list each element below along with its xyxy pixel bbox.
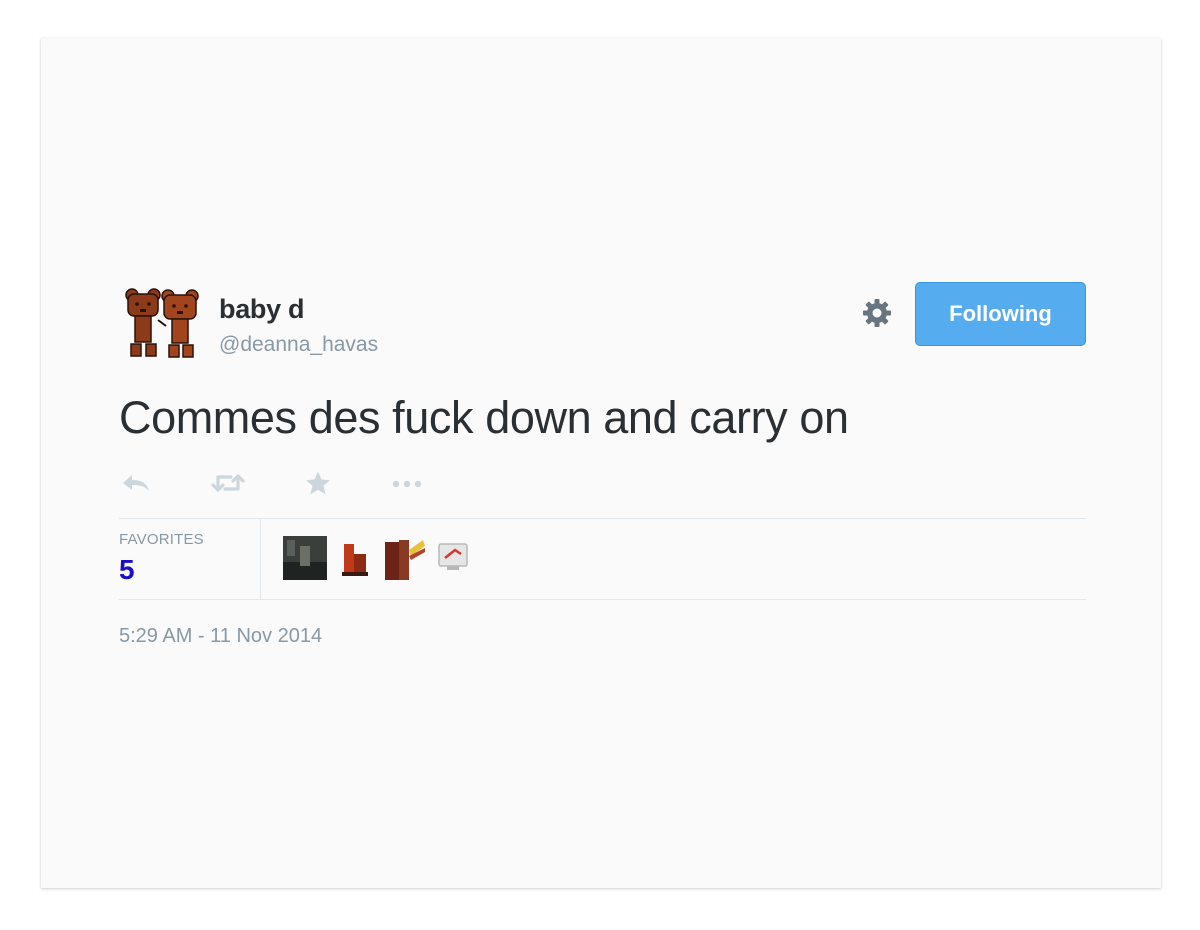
stats-top-divider <box>119 518 1086 519</box>
user-display-name[interactable]: baby d <box>219 294 305 325</box>
gear-icon[interactable] <box>860 296 894 330</box>
favoriter-avatar[interactable] <box>283 536 327 580</box>
user-avatar[interactable] <box>122 286 202 360</box>
favoriter-avatar[interactable] <box>433 536 477 580</box>
tweet-timestamp[interactable]: 5:29 AM - 11 Nov 2014 <box>119 625 322 648</box>
user-handle[interactable]: @deanna_havas <box>219 333 378 357</box>
following-button[interactable]: Following <box>915 282 1086 346</box>
tweet-text: Commes des fuck down and carry on <box>119 392 849 443</box>
more-icon[interactable] <box>389 470 425 496</box>
favorites-label: FAVORITES <box>119 531 204 548</box>
retweet-icon[interactable] <box>209 470 247 496</box>
tweet-card: baby d @deanna_havas Following Commes de… <box>41 38 1161 888</box>
stats-vertical-divider <box>260 519 261 599</box>
favoriter-avatar[interactable] <box>334 536 378 580</box>
favorites-count[interactable]: 5 <box>119 554 135 586</box>
favoriter-avatar[interactable] <box>383 536 427 580</box>
reply-icon[interactable] <box>119 470 153 496</box>
favorite-star-icon[interactable] <box>303 470 333 496</box>
stats-bottom-divider <box>119 599 1086 600</box>
